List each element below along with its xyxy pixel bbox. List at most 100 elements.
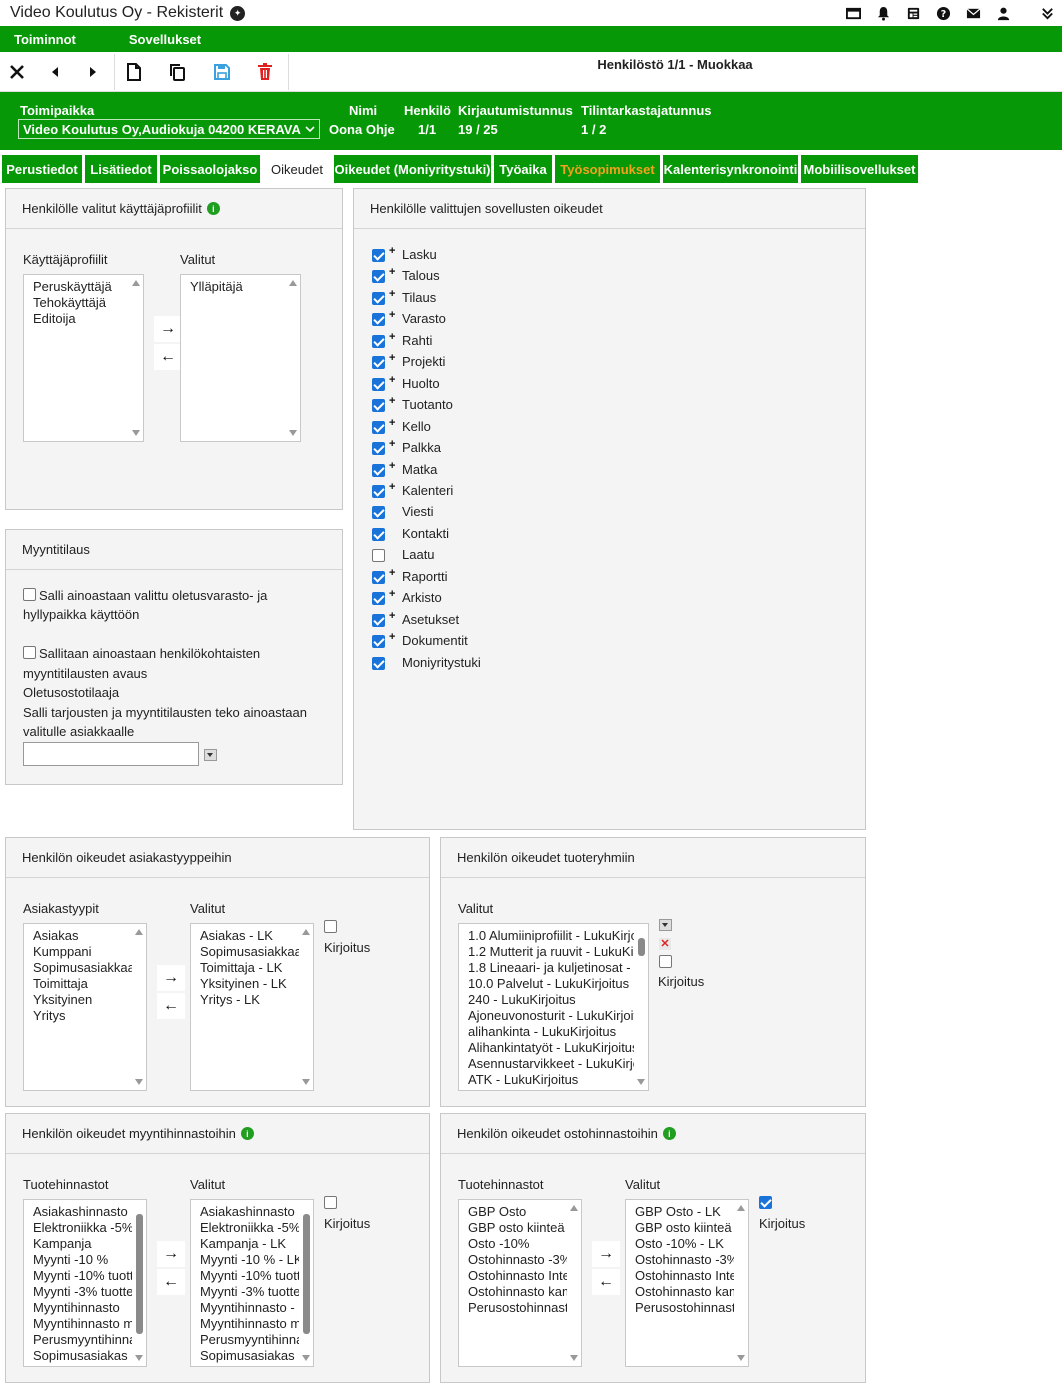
scrollbar[interactable]	[299, 1200, 313, 1366]
menu-sovellukset[interactable]: Sovellukset	[115, 26, 215, 52]
app-right-checkbox[interactable]	[372, 291, 385, 305]
list-item[interactable]: 1.8 Lineaari- ja kuljetinosat -	[468, 960, 636, 976]
tab-kalenterisynkronointi[interactable]: Kalenterisynkronointi	[663, 155, 798, 183]
tab-poissaolojakso[interactable]: Poissaolojakso	[160, 155, 260, 183]
list-item[interactable]: GBP Osto	[468, 1204, 568, 1220]
expand-plus-icon[interactable]: +	[389, 417, 395, 429]
app-right-checkbox[interactable]	[372, 635, 385, 649]
app-right-checkbox[interactable]	[372, 484, 385, 498]
list-item[interactable]: 1.0 Alumiiniprofiilit - LukuKirjoitus	[468, 928, 636, 944]
purchase-pricelists-selected-list[interactable]: GBP Osto - LK GBP osto kiinteä Osto -10%…	[625, 1199, 749, 1367]
scroll-down-icon[interactable]	[135, 1355, 143, 1361]
scroll-down-icon[interactable]	[302, 1355, 310, 1361]
scrollbar[interactable]	[132, 1200, 146, 1366]
expand-plus-icon[interactable]: +	[389, 288, 395, 300]
list-item[interactable]: alihankinta - LukuKirjoitus	[468, 1024, 636, 1040]
remove-sales-pricelist-button[interactable]: ←	[157, 1269, 185, 1295]
list-item[interactable]: Yksityinen - LK	[200, 976, 300, 992]
app-right-checkbox[interactable]	[372, 249, 385, 262]
list-item[interactable]: Asennustarvikkeet - LukuKirjoitus	[468, 1056, 636, 1072]
scroll-down-icon[interactable]	[570, 1355, 578, 1361]
product-groups-remove-icon[interactable]: ✕	[659, 938, 671, 950]
purchase-pricelists-write-checkbox[interactable]	[759, 1196, 772, 1209]
sales-pricelists-available-list[interactable]: Asiakashinnasto Elektroniikka -5% Kampan…	[23, 1199, 147, 1367]
close-button[interactable]	[0, 56, 34, 88]
expand-plus-icon[interactable]: +	[389, 374, 395, 386]
list-item[interactable]: Myynti -10% tuotteet	[200, 1268, 300, 1284]
list-item[interactable]: Ostohinnasto kampanja	[635, 1284, 735, 1300]
list-item[interactable]: Myyntihinnasto	[33, 1300, 133, 1316]
list-item[interactable]: Ostohinnasto Intern	[635, 1268, 735, 1284]
list-item[interactable]: GBP Osto - LK	[635, 1204, 735, 1220]
scroll-up-icon[interactable]	[302, 929, 310, 935]
remove-purchase-pricelist-button[interactable]: ←	[592, 1269, 620, 1295]
new-button[interactable]	[117, 56, 151, 88]
list-item[interactable]: GBP osto kiinteä	[635, 1220, 735, 1236]
list-item[interactable]: Yritys - LK	[200, 992, 300, 1008]
remove-customer-type-button[interactable]: ←	[157, 993, 185, 1019]
list-item[interactable]: Myyntihinnasto muu	[33, 1316, 133, 1332]
expand-plus-icon[interactable]: +	[389, 331, 395, 343]
list-item[interactable]: Kampanja	[33, 1236, 133, 1252]
app-right-checkbox[interactable]	[372, 270, 385, 284]
help-icon[interactable]: ?	[928, 0, 958, 26]
list-item[interactable]: Elektroniikka -5%	[200, 1220, 300, 1236]
mail-icon[interactable]	[958, 0, 988, 26]
info-icon[interactable]: i	[206, 202, 220, 215]
list-item[interactable]: Ostohinnasto Intern	[468, 1268, 568, 1284]
app-right-checkbox[interactable]	[372, 442, 385, 456]
list-item[interactable]: Ostohinnasto -3%	[468, 1252, 568, 1268]
list-item[interactable]: Asiakas - LK	[200, 928, 300, 944]
expand-plus-icon[interactable]: +	[389, 567, 395, 579]
list-item[interactable]: Myynti -3% tuotteet	[200, 1284, 300, 1300]
list-item[interactable]: Sopimusasiakas	[200, 1348, 300, 1364]
list-item[interactable]: 10.0 Palvelut - LukuKirjoitus	[468, 976, 636, 992]
app-right-checkbox[interactable]	[372, 613, 385, 627]
list-item[interactable]: Myynti -10% tuotteet	[33, 1268, 133, 1284]
app-right-checkbox[interactable]	[372, 592, 385, 606]
product-groups-dropdown-icon[interactable]	[659, 919, 672, 931]
scroll-down-icon[interactable]	[637, 1079, 645, 1085]
list-item[interactable]: Editoija	[33, 311, 143, 327]
app-right-checkbox[interactable]	[372, 399, 385, 413]
scrollbar[interactable]	[299, 924, 313, 1090]
list-item[interactable]: Myyntihinnasto -	[200, 1300, 300, 1316]
list-item[interactable]: Ajoneuvonosturit - LukuKirjoitus	[468, 1008, 636, 1024]
tab-oikeudet[interactable]: Oikeudet	[263, 155, 331, 183]
scroll-down-icon[interactable]	[737, 1355, 745, 1361]
add-sales-pricelist-button[interactable]: →	[157, 1241, 185, 1267]
expand-plus-icon[interactable]: +	[389, 395, 395, 407]
expand-plus-icon[interactable]: +	[389, 460, 395, 472]
list-item[interactable]: Ostohinnasto kampanja	[468, 1284, 568, 1300]
app-right-checkbox[interactable]	[372, 549, 385, 563]
scroll-up-icon[interactable]	[737, 1205, 745, 1211]
app-right-checkbox[interactable]	[372, 313, 385, 327]
list-item[interactable]: Osto -10% - LK	[635, 1236, 735, 1252]
scrollbar[interactable]	[734, 1200, 748, 1366]
expand-plus-icon[interactable]: +	[389, 610, 395, 622]
list-item[interactable]: Sopimusasiakas	[33, 1348, 133, 1364]
settings-badge-icon[interactable]: ✦	[230, 5, 246, 21]
list-item[interactable]: Sopimusasiakkaat	[200, 944, 300, 960]
customer-dropdown-icon[interactable]	[204, 749, 217, 761]
tab-lisatiedot[interactable]: Lisätiedot	[85, 155, 157, 183]
list-item[interactable]: Asiakashinnasto	[200, 1204, 300, 1220]
personal-orders-checkbox[interactable]	[23, 646, 36, 659]
scroll-up-icon[interactable]	[570, 1205, 578, 1211]
scrollbar-thumb[interactable]	[303, 1214, 310, 1334]
list-item[interactable]: Perusostohinnasto	[468, 1300, 568, 1316]
list-item[interactable]: GBP osto kiinteä	[468, 1220, 568, 1236]
list-item[interactable]: Yritys	[33, 1008, 133, 1024]
scroll-down-icon[interactable]	[135, 1079, 143, 1085]
app-right-checkbox[interactable]	[372, 420, 385, 434]
expand-plus-icon[interactable]: +	[389, 631, 395, 643]
scrollbar[interactable]	[129, 275, 143, 441]
list-item[interactable]: Peruskäyttäjä	[33, 279, 143, 295]
menu-toiminnot[interactable]: Toiminnot	[0, 26, 90, 52]
list-item[interactable]: Perusmyyntihinnasto	[200, 1332, 300, 1348]
product-groups-selected-list[interactable]: 1.0 Alumiiniprofiilit - LukuKirjoitus 1.…	[458, 923, 649, 1091]
scrollbar[interactable]	[567, 1200, 581, 1366]
list-item[interactable]: Perusmyyntihinnasto	[33, 1332, 133, 1348]
list-item[interactable]: Tehokäyttäjä	[33, 295, 143, 311]
save-button[interactable]	[205, 56, 239, 88]
